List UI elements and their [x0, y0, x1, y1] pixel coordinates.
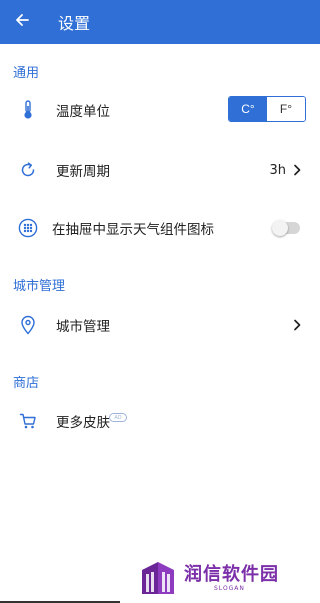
refresh-period-row[interactable]: 更新周期 3h	[0, 150, 320, 190]
fahrenheit-option[interactable]: F°	[267, 97, 305, 121]
watermark: 润信软件园 SLOGAN	[140, 558, 310, 598]
refresh-icon	[18, 160, 38, 180]
ad-badge: AD	[109, 413, 127, 422]
settings-screen: 设置 通用 温度单位 C° F° 更新周期 3h 在抽屉中显示天气组件图标 城市…	[0, 0, 320, 603]
app-bar: 设置	[0, 0, 320, 44]
temperature-unit-label: 温度单位	[56, 104, 110, 120]
celsius-option[interactable]: C°	[229, 97, 267, 121]
arrow-left-icon	[14, 12, 30, 32]
thermometer-icon	[18, 100, 38, 120]
page-title: 设置	[58, 14, 91, 33]
shopping-cart-icon	[18, 411, 38, 431]
section-header-city: 城市管理	[13, 279, 66, 294]
city-management-label: 城市管理	[56, 319, 110, 335]
back-button[interactable]	[0, 0, 44, 44]
city-management-row[interactable]: 城市管理	[0, 305, 320, 345]
apps-grid-icon	[18, 218, 38, 238]
drawer-widget-icon-label: 在抽屉中显示天气组件图标	[52, 222, 214, 238]
section-header-general: 通用	[13, 66, 40, 81]
drawer-widget-icon-switch[interactable]	[272, 220, 300, 236]
refresh-period-value: 3h	[269, 162, 286, 178]
chevron-right-icon	[292, 318, 302, 332]
watermark-slogan: SLOGAN	[214, 585, 245, 592]
more-skins-label: 更多皮肤	[56, 415, 110, 431]
drawer-widget-icon-row: 在抽屉中显示天气组件图标	[0, 208, 320, 248]
refresh-period-label: 更新周期	[56, 164, 110, 180]
temperature-unit-row: 温度单位 C° F°	[0, 90, 320, 130]
switch-knob	[272, 220, 288, 236]
chevron-right-icon	[292, 163, 302, 177]
more-skins-row[interactable]: 更多皮肤 AD	[0, 401, 320, 441]
watermark-text: 润信软件园	[184, 564, 279, 585]
section-header-store: 商店	[13, 376, 40, 391]
temperature-unit-toggle: C° F°	[228, 96, 306, 122]
location-pin-icon	[18, 315, 38, 335]
watermark-logo-icon	[140, 560, 176, 596]
